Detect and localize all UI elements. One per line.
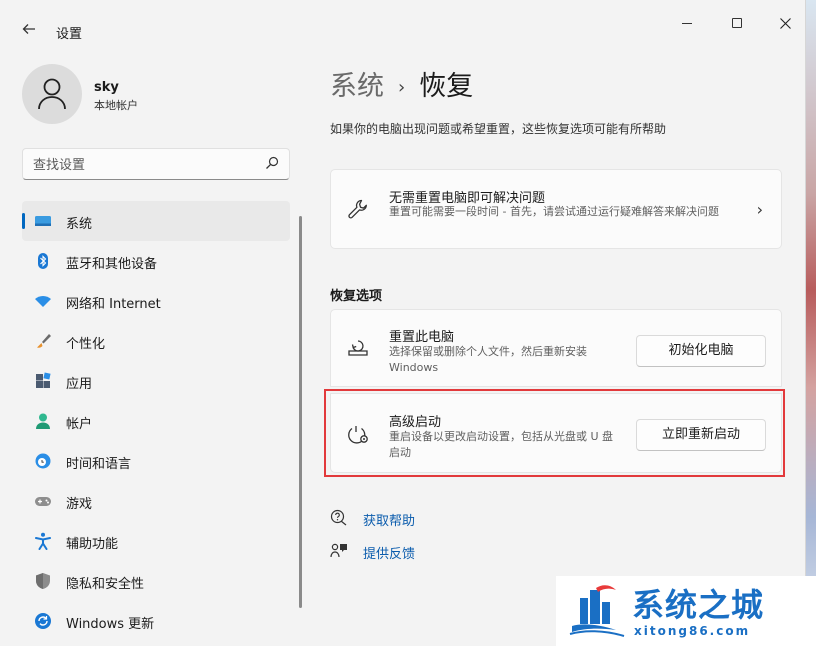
page-description: 如果你的电脑出现问题或希望重置，这些恢复选项可能有所帮助 bbox=[330, 122, 667, 136]
account-type: 本地帐户 bbox=[94, 99, 138, 112]
sidebar-scrollbar[interactable] bbox=[299, 216, 302, 608]
sidebar-item-system[interactable]: 系统 bbox=[22, 201, 290, 241]
search-box[interactable] bbox=[22, 148, 290, 180]
system-icon bbox=[35, 216, 51, 226]
sidebar-nav: 系统 蓝牙和其他设备 网络和 Internet 个性化 应用 帐户 时间和语言 bbox=[22, 201, 290, 641]
account-icon bbox=[36, 413, 50, 429]
sidebar-item-label: Windows 更新 bbox=[66, 617, 155, 632]
user-name: sky bbox=[94, 80, 119, 95]
help-icon bbox=[330, 509, 347, 526]
sidebar-item-label: 系统 bbox=[66, 217, 93, 232]
back-arrow-icon[interactable] bbox=[18, 20, 40, 42]
sidebar-item-label: 应用 bbox=[66, 377, 93, 392]
sidebar-item-label: 帐户 bbox=[66, 417, 93, 432]
troubleshoot-subtitle: 重置可能需要一段时间 - 首先，请尝试通过运行疑难解答来解决问题 bbox=[389, 205, 719, 218]
sidebar-item-label: 时间和语言 bbox=[66, 457, 132, 472]
gamepad-icon bbox=[35, 497, 51, 506]
minimize-button[interactable] bbox=[664, 10, 710, 36]
section-title: 恢复选项 bbox=[330, 289, 383, 304]
troubleshoot-card[interactable]: 无需重置电脑即可解决问题 重置可能需要一段时间 - 首先，请尝试通过运行疑难解答… bbox=[330, 169, 782, 249]
settings-window: 设置 sky 本地帐户 系统 蓝牙和其他设备 bbox=[0, 0, 806, 646]
chevron-right-icon: › bbox=[398, 77, 406, 98]
sidebar-item-time-language[interactable]: 时间和语言 bbox=[22, 441, 290, 481]
close-button[interactable] bbox=[762, 10, 808, 36]
page-title: 恢复 bbox=[419, 71, 474, 102]
desktop-wallpaper bbox=[806, 0, 816, 646]
user-icon bbox=[38, 78, 66, 110]
maximize-icon bbox=[732, 18, 742, 28]
sidebar-item-label: 蓝牙和其他设备 bbox=[66, 257, 158, 272]
brush-icon bbox=[37, 334, 51, 348]
watermark: 系统之城 xitong86.com bbox=[556, 576, 816, 646]
watermark-text: 系统之城 bbox=[632, 586, 765, 624]
reset-title: 重置此电脑 bbox=[389, 330, 455, 345]
wifi-icon bbox=[35, 296, 51, 307]
breadcrumb: 系统 › 恢复 bbox=[330, 64, 473, 103]
sidebar-item-label: 网络和 Internet bbox=[66, 297, 161, 312]
bluetooth-icon bbox=[38, 253, 48, 269]
watermark-url: xitong86.com bbox=[634, 624, 751, 638]
reset-pc-icon bbox=[348, 340, 368, 356]
shield-icon bbox=[36, 573, 50, 589]
search-input[interactable] bbox=[33, 155, 253, 175]
sidebar-item-gaming[interactable]: 游戏 bbox=[22, 481, 290, 521]
chevron-right-icon: › bbox=[756, 200, 763, 219]
sidebar-item-personalization[interactable]: 个性化 bbox=[22, 321, 290, 361]
sidebar-item-network[interactable]: 网络和 Internet bbox=[22, 281, 290, 321]
sidebar-item-accessibility[interactable]: 辅助功能 bbox=[22, 521, 290, 561]
apps-icon bbox=[36, 372, 51, 388]
feedback-icon bbox=[330, 543, 347, 558]
app-title: 设置 bbox=[56, 27, 83, 42]
get-help-label[interactable]: 获取帮助 bbox=[363, 510, 415, 529]
avatar[interactable] bbox=[22, 64, 82, 124]
wrench-icon bbox=[348, 199, 367, 219]
sidebar-item-accounts[interactable]: 帐户 bbox=[22, 401, 290, 441]
globe-clock-icon bbox=[35, 453, 51, 469]
reset-pc-button[interactable]: 初始化电脑 bbox=[636, 335, 766, 367]
sidebar-item-apps[interactable]: 应用 bbox=[22, 361, 290, 401]
update-icon bbox=[35, 613, 51, 629]
close-icon bbox=[779, 17, 791, 29]
sidebar-item-label: 辅助功能 bbox=[66, 537, 119, 552]
watermark-logo-icon bbox=[569, 585, 625, 637]
highlight-box bbox=[324, 389, 785, 477]
sidebar-item-label: 个性化 bbox=[66, 337, 106, 352]
sidebar-item-bluetooth[interactable]: 蓝牙和其他设备 bbox=[22, 241, 290, 281]
reset-pc-card: 重置此电脑 选择保留或删除个人文件，然后重新安装 Windows 初始化电脑 bbox=[330, 309, 782, 387]
search-icon[interactable] bbox=[265, 156, 279, 170]
sidebar-item-label: 游戏 bbox=[66, 497, 93, 512]
maximize-button[interactable] bbox=[714, 10, 760, 36]
sidebar-item-label: 隐私和安全性 bbox=[66, 577, 145, 592]
breadcrumb-parent[interactable]: 系统 bbox=[330, 71, 384, 102]
minimize-icon bbox=[682, 22, 692, 24]
sidebar-item-windows-update[interactable]: Windows 更新 bbox=[22, 601, 290, 641]
accessibility-icon bbox=[35, 532, 51, 550]
sidebar-item-privacy[interactable]: 隐私和安全性 bbox=[22, 561, 290, 601]
reset-subtitle: 选择保留或删除个人文件，然后重新安装 Windows bbox=[389, 345, 587, 374]
feedback-label[interactable]: 提供反馈 bbox=[363, 543, 415, 562]
title-bar: 设置 bbox=[0, 0, 806, 46]
